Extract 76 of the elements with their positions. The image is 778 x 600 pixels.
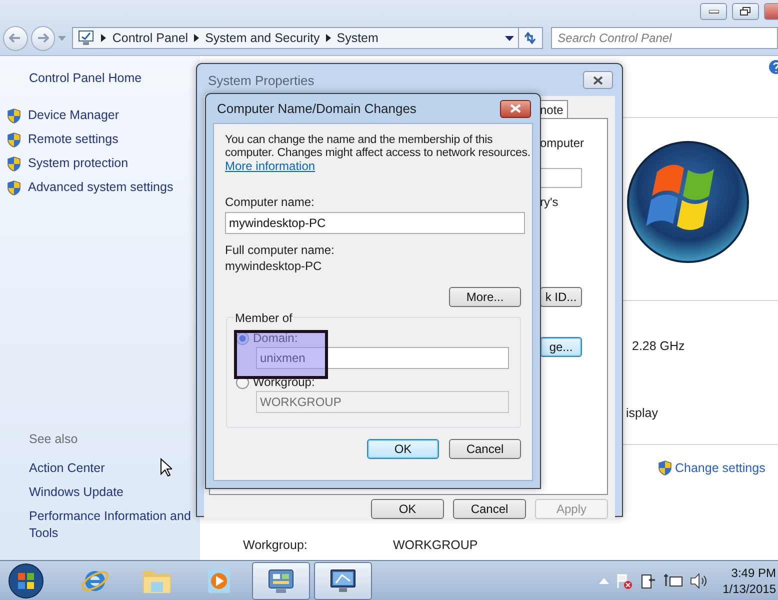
sidebar-link[interactable]: Advanced system settings: [0, 179, 200, 196]
dialog-button[interactable]: Cancel: [449, 439, 521, 459]
close-button[interactable]: [583, 71, 613, 89]
dropdown-arrow-icon: [58, 36, 66, 40]
restore-icon: [740, 7, 751, 16]
monitor-icon: [328, 566, 358, 594]
shield-icon: [6, 180, 22, 196]
chevron-right-icon: [194, 34, 200, 42]
sidebar-link[interactable]: Remote settings: [0, 131, 200, 148]
taskbar-button[interactable]: [252, 562, 310, 600]
input-field[interactable]: [540, 168, 582, 188]
shield-icon: [6, 132, 22, 148]
chevron-right-icon: [101, 34, 106, 42]
workgroup-label: Workgroup:: [243, 538, 308, 552]
sidebar-link[interactable]: Control Panel Home: [0, 70, 200, 87]
minimize-icon: [708, 10, 718, 14]
control-panel-icon: [77, 30, 96, 46]
minimize-button[interactable]: [700, 3, 727, 20]
dialog-button[interactable]: OK: [371, 499, 444, 519]
start-orb-icon: [8, 562, 44, 598]
refresh-icon: [523, 31, 538, 45]
forward-button[interactable]: [30, 26, 56, 50]
chevron-right-icon: [326, 34, 331, 42]
sidebar-link[interactable]: Device Manager: [0, 107, 200, 124]
change-settings-link[interactable]: Change settings: [657, 460, 778, 476]
group-legend: Member of: [234, 311, 294, 325]
clock[interactable]: 3:49 PM 1/13/2015: [722, 564, 776, 596]
breadcrumb-item[interactable]: System and Security: [205, 31, 320, 45]
dialog-button[interactable]: ge...: [540, 337, 582, 357]
breadcrumb-item[interactable]: Control Panel: [112, 31, 188, 45]
refresh-button[interactable]: [518, 27, 543, 49]
more-button[interactable]: More...: [449, 287, 521, 307]
workgroup-value: WORKGROUP: [393, 538, 479, 552]
window-title: System Properties: [208, 72, 314, 88]
forward-arrow-icon: [37, 33, 50, 43]
window-title: Computer Name/Domain Changes: [217, 101, 416, 116]
radio-button[interactable]: [236, 332, 249, 344]
close-icon: [510, 104, 521, 113]
network-icon[interactable]: [662, 572, 683, 590]
address-bar[interactable]: Control Panel System and Security System: [72, 27, 519, 49]
computer-name-value: mywindesktop-PC: [225, 259, 323, 273]
field-label: Computer name:: [225, 195, 316, 209]
sidebar-link[interactable]: System protection: [0, 155, 200, 172]
dropdown-arrow-icon: [504, 36, 514, 40]
dialog-button[interactable]: k ID...: [540, 287, 582, 307]
back-button[interactable]: [3, 26, 28, 50]
back-arrow-icon: [9, 33, 22, 43]
search-field[interactable]: Search Control Panel: [550, 27, 778, 49]
sidebar-link[interactable]: Action Center: [0, 460, 200, 477]
taskbar-button[interactable]: [314, 562, 372, 600]
dialog-button[interactable]: OK: [367, 439, 439, 459]
field-label: Full computer name:: [225, 243, 336, 257]
restore-button[interactable]: [732, 3, 759, 20]
dialog-button[interactable]: Cancel: [453, 499, 526, 519]
input-field[interactable]: unixmen: [256, 347, 509, 369]
speaker-icon[interactable]: [688, 572, 709, 590]
shield-icon: [657, 460, 673, 476]
processor-speed: 2.28 GHz: [632, 339, 686, 353]
close-icon: [593, 76, 603, 84]
section-heading: See also: [28, 431, 79, 448]
input-field[interactable]: mywindesktop-PC: [225, 212, 525, 234]
media-player-icon: [205, 566, 233, 594]
shield-icon: [6, 156, 22, 172]
text-fragment: omputer: [540, 136, 584, 150]
close-button[interactable]: [500, 100, 531, 118]
sidebar-link[interactable]: Windows Update: [0, 484, 200, 501]
text-fragment: ry's: [540, 195, 558, 209]
sidebar-link[interactable]: Performance Information and Tools: [0, 508, 200, 542]
display-text: isplay: [626, 406, 659, 420]
more-information-link[interactable]: More information: [225, 160, 316, 173]
control-panel-icon: [266, 566, 296, 594]
description-text: You can change the name and the membership of this computer. Changes might affect access to network resources.: [225, 134, 532, 160]
breadcrumb-item[interactable]: System: [336, 31, 378, 45]
shield-icon: [6, 108, 22, 124]
flag-icon[interactable]: [614, 572, 633, 590]
mouse-cursor-icon: [160, 458, 172, 477]
